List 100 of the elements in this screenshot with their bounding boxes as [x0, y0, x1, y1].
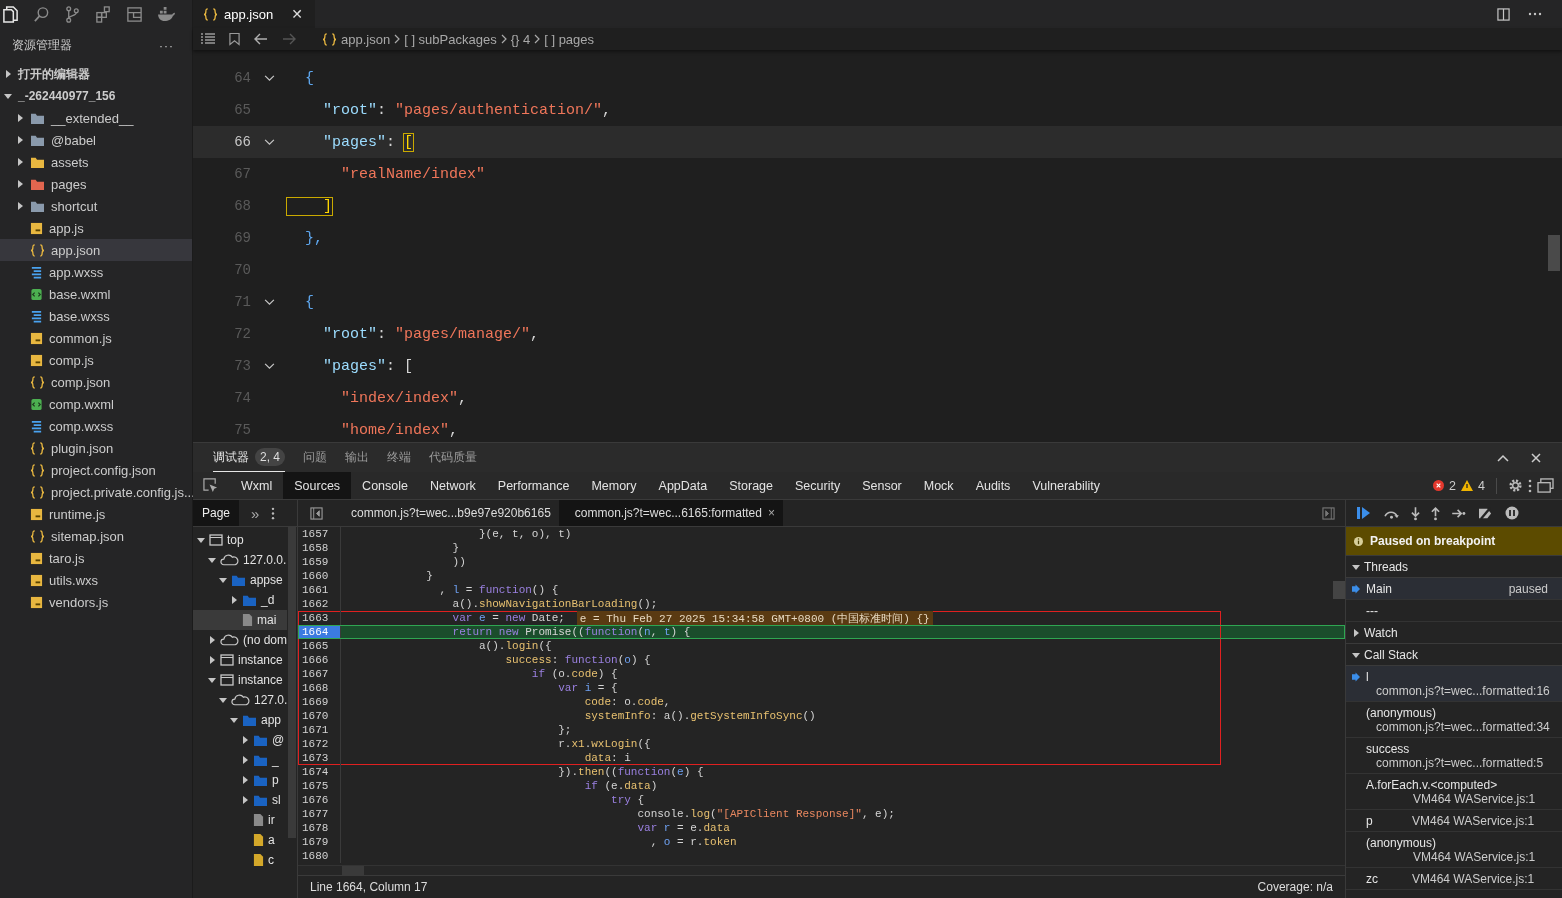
caret-icon[interactable]	[4, 92, 12, 100]
editor-tab[interactable]: app.json ✕	[193, 0, 315, 28]
scrollbar-thumb[interactable]	[1333, 581, 1345, 599]
breadcrumb-item[interactable]: app.json	[322, 31, 391, 47]
line-number[interactable]: 1679	[298, 835, 341, 849]
caret-icon[interactable]	[16, 158, 24, 166]
line-number[interactable]: 1678	[298, 821, 341, 835]
source-tree-item[interactable]: top	[193, 530, 287, 550]
page-tab[interactable]: Page	[193, 500, 240, 526]
source-tree-item[interactable]: a	[193, 830, 287, 850]
tool-tab[interactable]: Vulnerability	[1021, 472, 1111, 499]
pause-icon[interactable]	[1505, 506, 1519, 520]
resume-icon[interactable]	[1356, 506, 1372, 520]
explorer-item[interactable]: _-262440977_156	[0, 85, 192, 107]
sidebar-toggle-icon[interactable]	[1322, 506, 1335, 520]
line-number[interactable]: 1661	[298, 583, 341, 597]
explorer-item[interactable]: comp.json	[0, 371, 192, 393]
explorer-item[interactable]: taro.js	[0, 547, 192, 569]
file-tab[interactable]: common.js?t=wec...6165:formatted ×	[558, 500, 783, 526]
more-button[interactable]: ···	[159, 38, 174, 53]
panel-tab[interactable]: 输出	[345, 443, 369, 472]
source-tree-item[interactable]: ir	[193, 810, 287, 830]
explorer-item[interactable]: project.config.json	[0, 459, 192, 481]
panel-tab[interactable]: 代码质量	[429, 443, 477, 472]
chevron-up-icon[interactable]	[1497, 453, 1509, 462]
fold-chevron-icon[interactable]	[263, 74, 275, 82]
call-stack-frame[interactable]: (anonymous) common.js?t=wec...formatted:34	[1346, 702, 1562, 738]
source-tree-item[interactable]: instance	[193, 670, 287, 690]
explorer-item[interactable]: app.json	[0, 239, 192, 261]
source-tree-item[interactable]: sl	[193, 790, 287, 810]
split-editor-icon[interactable]	[1497, 7, 1510, 21]
source-tree-item[interactable]: mai	[193, 610, 287, 630]
error-count[interactable]: 2	[1449, 478, 1457, 493]
line-number[interactable]: 1674	[298, 765, 341, 779]
kebab-menu-icon[interactable]	[1528, 478, 1532, 493]
step-into-icon[interactable]	[1411, 505, 1420, 521]
inspect-icon[interactable]	[203, 478, 218, 493]
tool-tab[interactable]: Sensor	[851, 472, 913, 499]
deactivate-breakpoints-icon[interactable]	[1477, 506, 1494, 520]
caret-icon[interactable]	[1352, 628, 1360, 637]
call-stack-frame[interactable]: p VM464 WAService.js:1	[1346, 810, 1562, 832]
back-arrow-icon[interactable]	[254, 33, 268, 45]
source-tree-item[interactable]: _	[193, 750, 287, 770]
more-tabs-button[interactable]: »	[251, 504, 260, 522]
source-tree-item[interactable]: instance	[193, 650, 287, 670]
caret-icon[interactable]	[241, 776, 249, 784]
call-stack-frame[interactable]: (anonymous) VM464 WAService.js:1	[1346, 832, 1562, 868]
panel-tab[interactable]: 问题	[303, 443, 327, 472]
line-number[interactable]: 1676	[298, 793, 341, 807]
source-tree-item[interactable]: @	[193, 730, 287, 750]
explorer-item[interactable]: plugin.json	[0, 437, 192, 459]
caret-icon[interactable]	[1352, 650, 1360, 659]
explorer-item[interactable]: common.js	[0, 327, 192, 349]
line-number[interactable]: 1677	[298, 807, 341, 821]
source-tree-item[interactable]: _d	[193, 590, 287, 610]
breadcrumb-item[interactable]: [ ] pages	[544, 31, 595, 47]
explorer-item[interactable]: app.js	[0, 217, 192, 239]
tool-tab[interactable]: Console	[351, 472, 419, 499]
file-tab[interactable]: common.js?t=wec...b9e97e920b6165	[335, 500, 559, 526]
scrollbar-thumb[interactable]	[1548, 235, 1560, 271]
caret-icon[interactable]	[208, 656, 216, 664]
caret-icon[interactable]	[208, 676, 216, 684]
breadcrumb-item[interactable]: [ ] subPackages	[404, 31, 497, 47]
call-stack-frame[interactable]: A.forEach.v.<computed> VM464 WAService.js:1	[1346, 774, 1562, 810]
explorer-item[interactable]: base.wxss	[0, 305, 192, 327]
caret-icon[interactable]	[219, 576, 227, 584]
whale-icon[interactable]	[157, 6, 176, 22]
explorer-item[interactable]: comp.wxss	[0, 415, 192, 437]
settings-icon[interactable]	[1508, 478, 1523, 493]
caret-icon[interactable]	[230, 596, 238, 604]
tool-tab[interactable]: Security	[784, 472, 852, 499]
bookmark-icon[interactable]	[229, 32, 240, 46]
close-icon[interactable]	[1531, 452, 1541, 463]
layout-icon[interactable]	[126, 5, 143, 23]
line-number[interactable]: 1680	[298, 849, 341, 863]
dock-icon[interactable]	[1537, 478, 1554, 493]
call-stack-frame[interactable]: success common.js?t=wec...formatted:5	[1346, 738, 1562, 774]
section-header[interactable]: Watch	[1346, 622, 1562, 644]
explorer-item[interactable]: assets	[0, 151, 192, 173]
source-tree-item[interactable]: p	[193, 770, 287, 790]
line-number[interactable]: 1657	[298, 527, 341, 541]
fold-chevron-icon[interactable]	[263, 298, 275, 306]
tool-tab[interactable]: Memory	[580, 472, 648, 499]
call-stack-frame[interactable]: l common.js?t=wec...formatted:16	[1346, 666, 1562, 702]
explorer-item[interactable]: sitemap.json	[0, 525, 192, 547]
line-number[interactable]: 1675	[298, 779, 341, 793]
caret-icon[interactable]	[208, 636, 216, 644]
caret-icon[interactable]	[16, 136, 24, 144]
source-tree-item[interactable]: 127.0.	[193, 690, 287, 710]
fold-chevron-icon[interactable]	[263, 362, 275, 370]
caret-icon[interactable]	[241, 756, 249, 764]
source-tree-item[interactable]: (no dom	[193, 630, 287, 650]
line-number[interactable]: 1659	[298, 555, 341, 569]
line-number[interactable]: 1660	[298, 569, 341, 583]
source-tree-item[interactable]: app	[193, 710, 287, 730]
step-out-icon[interactable]	[1431, 505, 1440, 521]
explorer-item[interactable]: __extended__	[0, 107, 192, 129]
tool-tab[interactable]: AppData	[647, 472, 719, 499]
caret-icon[interactable]	[208, 556, 216, 564]
explorer-item[interactable]: vendors.js	[0, 591, 192, 613]
